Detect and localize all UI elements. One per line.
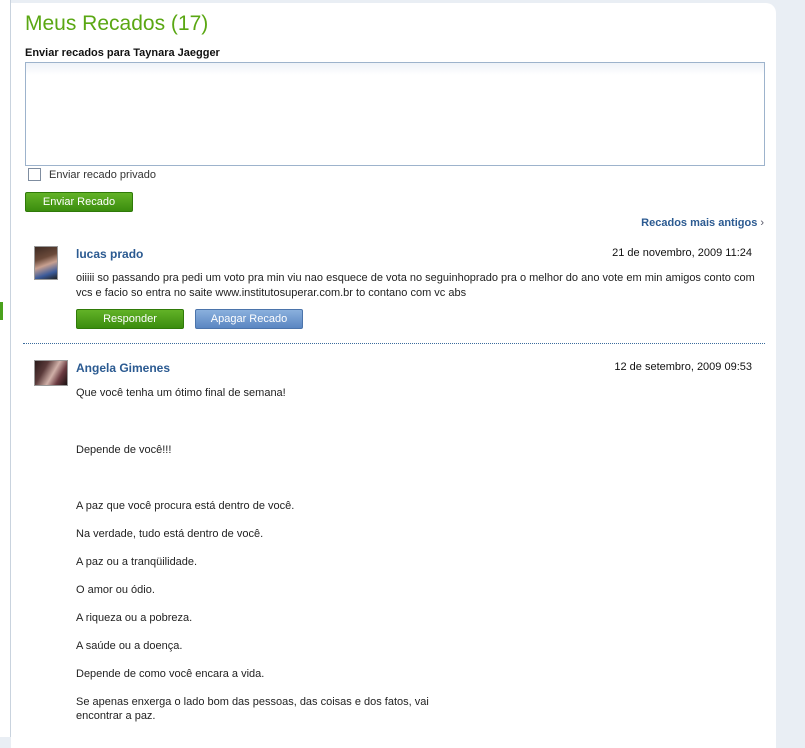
message-date: 12 de setembro, 2009 09:53 bbox=[614, 361, 752, 373]
older-scraps-link[interactable]: Recados mais antigos › bbox=[641, 217, 764, 229]
avatar[interactable] bbox=[34, 246, 58, 280]
message-divider bbox=[23, 343, 765, 344]
message-date: 21 de novembro, 2009 11:24 bbox=[612, 247, 752, 259]
private-checkbox[interactable] bbox=[28, 168, 41, 181]
message-paragraph: Depende de como você encara a vida. bbox=[76, 668, 265, 680]
scrap-textarea[interactable] bbox=[25, 62, 765, 166]
send-scrap-button[interactable]: Enviar Recado bbox=[25, 192, 133, 212]
left-sidebar-tab[interactable] bbox=[0, 302, 3, 320]
scraps-panel: Meus Recados (17) Enviar recados para Ta… bbox=[11, 3, 776, 748]
message-paragraph: A saúde ou a doença. bbox=[76, 640, 183, 652]
chevron-right-icon: › bbox=[760, 217, 764, 229]
message-paragraph: A paz ou a tranqüilidade. bbox=[76, 556, 198, 568]
older-scraps-label: Recados mais antigos bbox=[641, 217, 758, 229]
message-paragraph: A riqueza ou a pobreza. bbox=[76, 612, 193, 624]
message-paragraph: Na verdade, tudo está dentro de você. bbox=[76, 528, 264, 540]
message-text: oiiiii so passando pra pedi um voto pra … bbox=[76, 272, 755, 299]
private-option[interactable]: Enviar recado privado bbox=[28, 168, 156, 181]
page-title: Meus Recados (17) bbox=[25, 12, 209, 35]
message-paragraph: Depende de você!!! bbox=[76, 444, 172, 456]
message-paragraph: O amor ou ódio. bbox=[76, 584, 155, 596]
private-label: Enviar recado privado bbox=[49, 168, 157, 181]
message-paragraph: A paz que você procura está dentro de vo… bbox=[76, 500, 295, 512]
delete-scrap-button[interactable]: Apagar Recado bbox=[195, 309, 303, 329]
message-paragraph: Que você tenha um ótimo final de semana! bbox=[76, 387, 286, 399]
reply-button[interactable]: Responder bbox=[76, 309, 184, 329]
avatar[interactable] bbox=[34, 360, 68, 386]
left-sidebar-edge bbox=[0, 0, 11, 737]
message-paragraph: Se apenas enxerga o lado bom das pessoas… bbox=[76, 696, 429, 722]
message-author[interactable]: Angela Gimenes bbox=[76, 361, 170, 375]
send-to-label: Enviar recados para Taynara Jaegger bbox=[25, 47, 220, 59]
message-author[interactable]: lucas prado bbox=[76, 247, 143, 261]
